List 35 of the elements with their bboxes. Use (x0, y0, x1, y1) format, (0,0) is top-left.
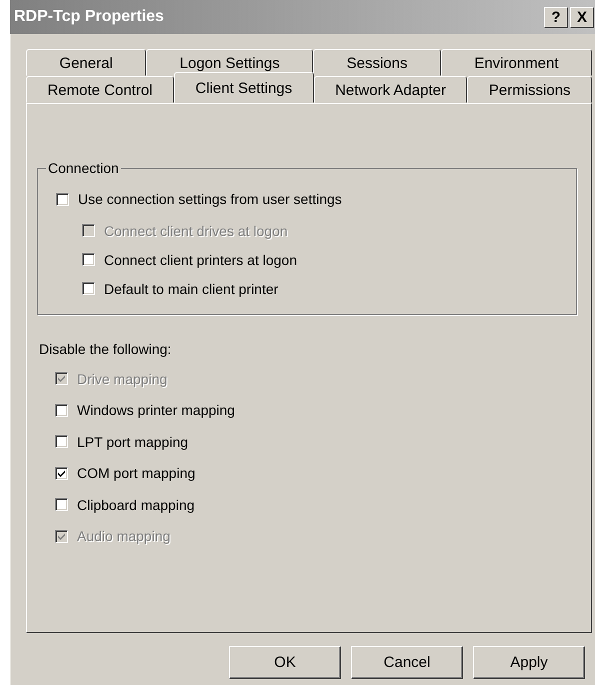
checkbox-label: Drive mapping (77, 370, 168, 387)
checkbox[interactable] (82, 282, 95, 295)
tab[interactable]: Remote Control (26, 76, 174, 103)
checkbox-label: LPT port mapping (77, 434, 188, 450)
checkbox[interactable] (55, 466, 68, 480)
checkbox-label: Connect client printers at logon (104, 252, 297, 268)
checkmark-icon (58, 470, 65, 477)
tab[interactable]: General (26, 49, 146, 76)
tab[interactable]: Environment (440, 49, 592, 76)
dialog-button[interactable]: Apply (473, 646, 585, 679)
checkbox-label: COM port mapping (77, 465, 196, 482)
checkbox[interactable] (55, 404, 68, 417)
checkbox-label: Default to main client printer (104, 280, 278, 296)
section-label: Disable the following: (39, 341, 172, 357)
tab[interactable]: Network Adapter (314, 76, 468, 103)
checkbox[interactable] (82, 253, 95, 266)
checkbox[interactable] (56, 192, 69, 206)
window-title: RDP-Tcp Properties (14, 8, 164, 26)
checkbox-label: Connect client drives at logon (104, 222, 288, 238)
checkbox[interactable] (55, 498, 68, 512)
checkbox[interactable] (55, 435, 68, 448)
dialog-button[interactable]: Cancel (351, 646, 463, 679)
checkmark-icon (58, 532, 65, 540)
checkbox-label: Audio mapping (77, 528, 170, 544)
dialog-button[interactable]: OK (229, 646, 341, 679)
tab[interactable]: Sessions (313, 49, 441, 76)
checkbox-label: Use connection settings from user settings (78, 191, 342, 207)
tab[interactable]: Permissions (467, 76, 592, 103)
tab[interactable]: Client Settings (174, 72, 314, 103)
close-button[interactable]: X (570, 6, 594, 28)
checkbox-label: Clipboard mapping (77, 496, 195, 513)
checkbox-label: Windows printer mapping (77, 402, 235, 418)
group-label: Connection (47, 160, 120, 176)
help-button[interactable]: ? (544, 6, 568, 28)
checkmark-icon (58, 375, 65, 382)
